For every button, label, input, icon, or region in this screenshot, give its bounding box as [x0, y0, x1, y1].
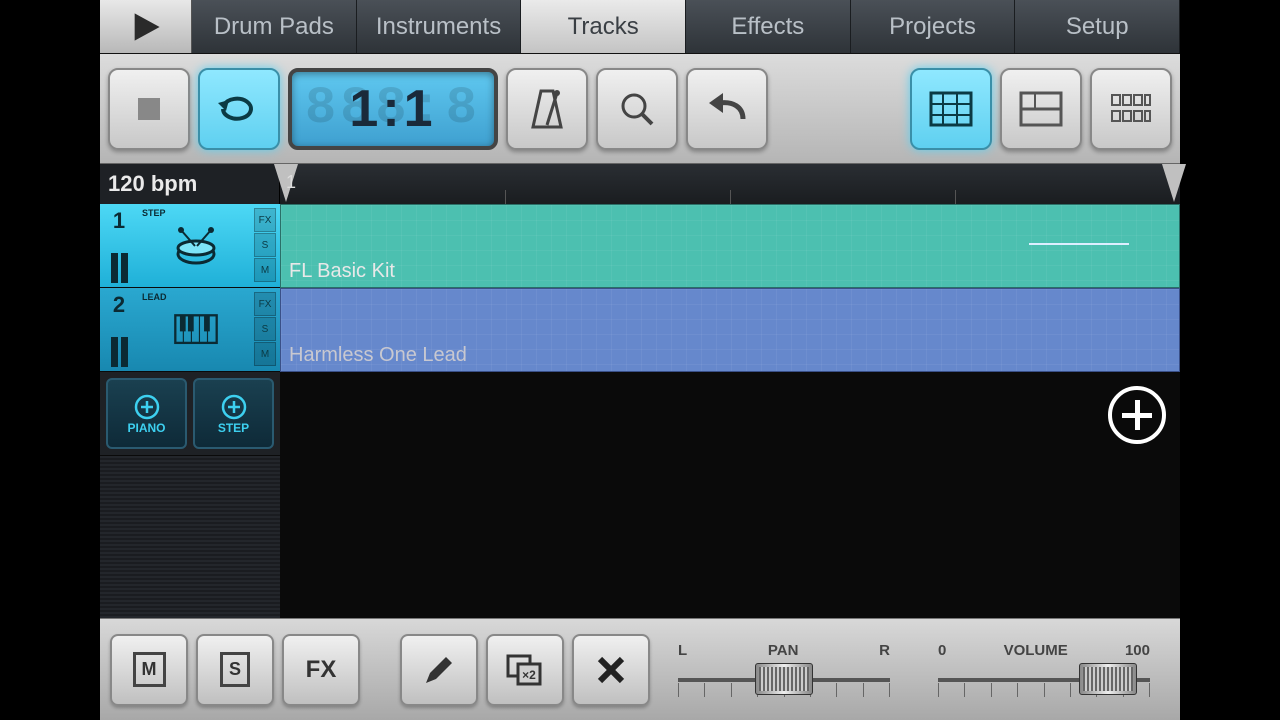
- volume-control[interactable]: 0VOLUME100: [918, 642, 1170, 697]
- tab-instruments[interactable]: Instruments: [357, 0, 522, 53]
- delete-button[interactable]: [572, 634, 650, 706]
- tab-projects[interactable]: Projects: [851, 0, 1016, 53]
- keyboard-icon: [173, 310, 219, 350]
- bottom-bar: M S FX ×2 LPANR 0VOLUME100: [100, 618, 1180, 720]
- zoom-button[interactable]: [596, 68, 678, 150]
- pan-knob[interactable]: [755, 663, 813, 695]
- track-solo-flag[interactable]: S: [254, 233, 276, 257]
- position-display[interactable]: 1:1: [288, 68, 498, 150]
- drum-icon: [173, 226, 219, 266]
- loop-end-marker[interactable]: [1162, 164, 1186, 202]
- view-grid-button[interactable]: [910, 68, 992, 150]
- track-type-label: STEP: [142, 208, 166, 218]
- tempo-display[interactable]: 120 bpm: [100, 164, 280, 204]
- mute-button[interactable]: M: [110, 634, 188, 706]
- tab-drum-pads[interactable]: Drum Pads: [192, 0, 357, 53]
- clip-track-1[interactable]: FL Basic Kit: [280, 204, 1180, 288]
- track-headers: 1 STEP FX S M 2 LEAD: [100, 204, 280, 618]
- tab-setup[interactable]: Setup: [1015, 0, 1180, 53]
- timeline-ruler[interactable]: 1: [280, 164, 1180, 204]
- fx-button[interactable]: FX: [282, 634, 360, 706]
- track-mute-flag[interactable]: M: [254, 258, 276, 282]
- top-tab-bar: Drum Pads Instruments Tracks Effects Pro…: [100, 0, 1180, 54]
- tab-tracks[interactable]: Tracks: [521, 0, 686, 53]
- add-piano-button[interactable]: PIANO: [106, 378, 187, 449]
- clip-label: Harmless One Lead: [289, 344, 467, 367]
- clip-label: FL Basic Kit: [289, 260, 395, 283]
- add-clip-button[interactable]: [1108, 386, 1166, 444]
- volume-knob[interactable]: [1079, 663, 1137, 695]
- track-type-label: LEAD: [142, 292, 167, 302]
- clip-area[interactable]: FL Basic Kit Harmless One Lead: [280, 204, 1180, 618]
- track-header-2[interactable]: 2 LEAD FX S M: [100, 288, 280, 372]
- track-fx-flag[interactable]: FX: [254, 208, 276, 232]
- track-mute-flag[interactable]: M: [254, 342, 276, 366]
- track-header-1[interactable]: 1 STEP FX S M: [100, 204, 280, 288]
- tab-effects[interactable]: Effects: [686, 0, 851, 53]
- toolbar: 1:1: [100, 54, 1180, 164]
- loop-button[interactable]: [198, 68, 280, 150]
- clip-track-2[interactable]: Harmless One Lead: [280, 288, 1180, 372]
- undo-button[interactable]: [686, 68, 768, 150]
- track-fx-flag[interactable]: FX: [254, 292, 276, 316]
- svg-text:×2: ×2: [522, 668, 536, 682]
- track-solo-flag[interactable]: S: [254, 317, 276, 341]
- pan-control[interactable]: LPANR: [658, 642, 910, 697]
- duplicate-button[interactable]: ×2: [486, 634, 564, 706]
- solo-button[interactable]: S: [196, 634, 274, 706]
- edit-button[interactable]: [400, 634, 478, 706]
- view-pads-button[interactable]: [1090, 68, 1172, 150]
- add-step-button[interactable]: STEP: [193, 378, 274, 449]
- stop-button[interactable]: [108, 68, 190, 150]
- view-rows-button[interactable]: [1000, 68, 1082, 150]
- ruler-bar-number: 1: [286, 172, 296, 193]
- metronome-button[interactable]: [506, 68, 588, 150]
- play-button[interactable]: [100, 0, 192, 53]
